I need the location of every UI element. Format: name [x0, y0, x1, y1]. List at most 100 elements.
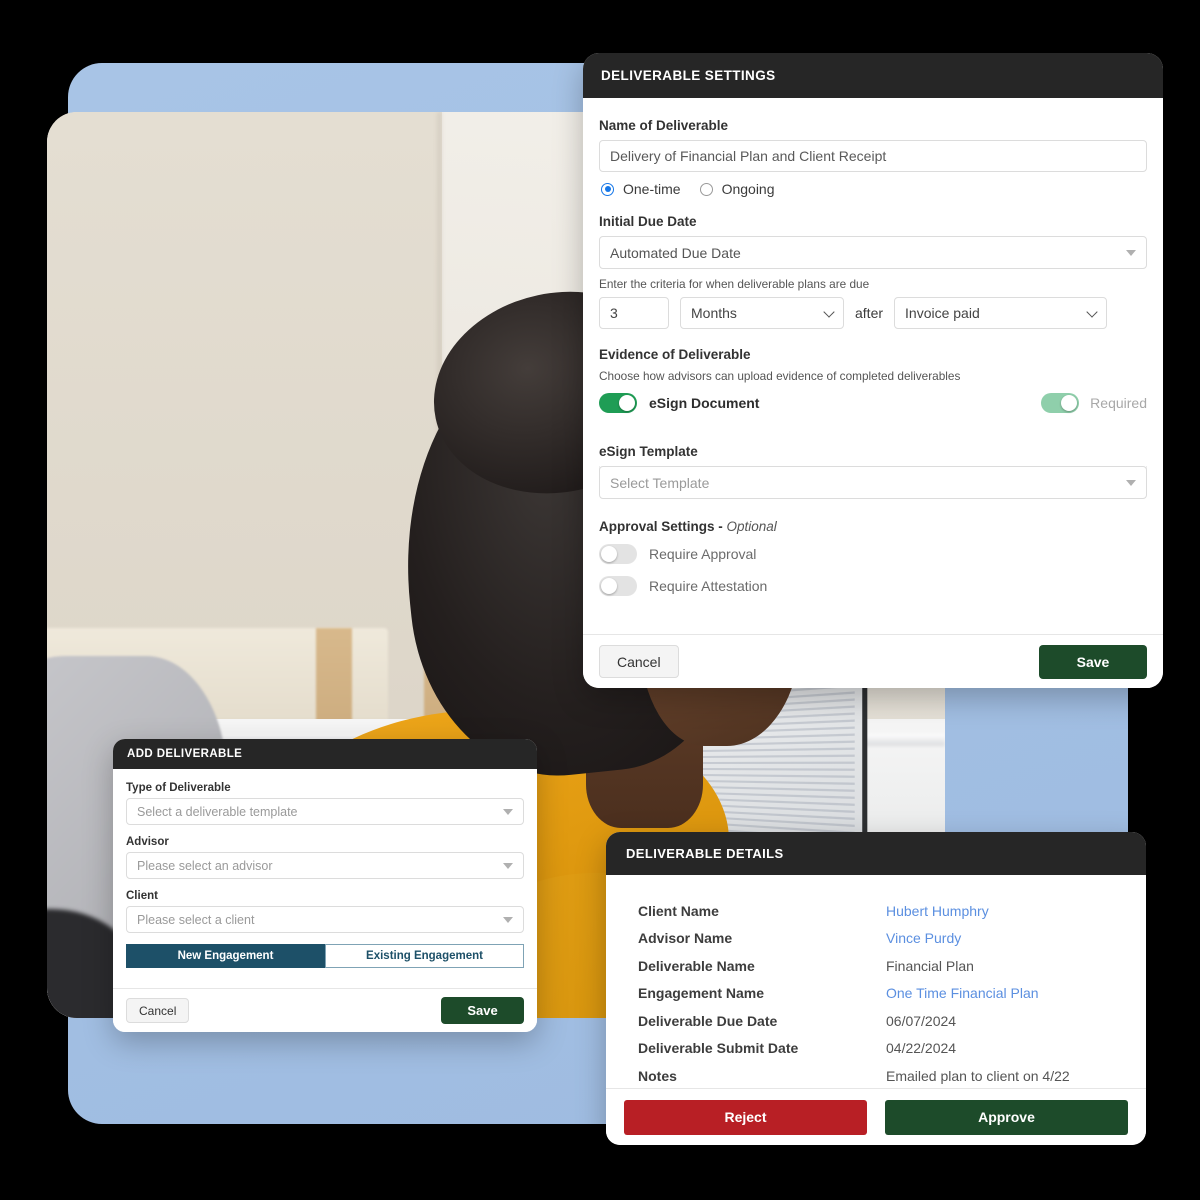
required-toggle-label: Required	[1090, 395, 1147, 411]
evidence-of-deliverable-label: Evidence of Deliverable	[599, 347, 751, 362]
client-label: Client	[126, 890, 158, 902]
esign-template-label: eSign Template	[599, 444, 698, 459]
screenshot-root: DELIVERABLE SETTINGS Name of Deliverable…	[0, 0, 1200, 1200]
radio-ongoing-label: Ongoing	[721, 181, 775, 197]
detail-value-notes: Emailed plan to client on 4/22	[886, 1067, 1070, 1084]
detail-key: Client Name	[638, 902, 719, 919]
criteria-unit-value: Months	[691, 305, 737, 321]
add-deliverable-body: Type of Deliverable Select a deliverable…	[113, 769, 537, 988]
type-of-deliverable-group: Type of Deliverable Select a deliverable…	[126, 782, 524, 825]
details-title-bar: DELIVERABLE DETAILS	[606, 832, 1146, 875]
name-of-deliverable-label: Name of Deliverable	[599, 118, 729, 133]
details-body: Client Name Hubert Humphry Advisor Name …	[606, 875, 1146, 1088]
table-row: Deliverable Due Date 06/07/2024	[638, 1007, 1114, 1035]
require-approval-label: Require Approval	[649, 546, 757, 562]
advisor-group: Advisor Please select an advisor	[126, 836, 524, 879]
require-approval-row: Require Approval	[599, 544, 1147, 564]
type-of-deliverable-dropdown[interactable]: Select a deliverable template	[126, 798, 524, 825]
table-row: Engagement Name One Time Financial Plan	[638, 980, 1114, 1008]
detail-key: Notes	[638, 1067, 677, 1084]
criteria-note: Enter the criteria for when deliverable …	[599, 277, 870, 291]
approval-settings-label: Approval Settings	[599, 519, 715, 534]
deliverable-settings-panel: DELIVERABLE SETTINGS Name of Deliverable…	[583, 53, 1163, 688]
criteria-amount-value: 3	[610, 305, 618, 321]
type-of-deliverable-placeholder: Select a deliverable template	[137, 804, 298, 819]
chevron-down-icon	[503, 808, 513, 815]
engagement-segmented-control: New Engagement Existing Engagement	[126, 944, 524, 968]
detail-key: Deliverable Due Date	[638, 1012, 778, 1029]
detail-value-advisor-name[interactable]: Vince Purdy	[886, 930, 961, 946]
required-toggle-group: Required	[1041, 393, 1147, 413]
approve-button[interactable]: Approve	[885, 1099, 1128, 1135]
radio-one-time[interactable]	[601, 182, 614, 196]
detail-key: Engagement Name	[638, 985, 765, 1002]
chevron-down-icon	[1126, 249, 1136, 256]
criteria-conjunction: after	[855, 305, 884, 321]
add-deliverable-panel: ADD DELIVERABLE Type of Deliverable Sele…	[113, 739, 537, 1032]
segment-existing-engagement[interactable]: Existing Engagement	[325, 944, 524, 968]
chevron-down-icon	[503, 862, 513, 869]
settings-panel-body: Name of Deliverable Delivery of Financia…	[583, 98, 1163, 634]
settings-panel-title-bar: DELIVERABLE SETTINGS	[583, 53, 1163, 98]
criteria-row: 3 Months after Invoice paid	[599, 297, 1147, 329]
require-attestation-label: Require Attestation	[649, 578, 768, 594]
detail-value-client-name[interactable]: Hubert Humphry	[886, 903, 989, 919]
require-attestation-toggle[interactable]	[599, 576, 637, 596]
chevron-down-icon	[1086, 306, 1098, 318]
table-row: Deliverable Submit Date 04/22/2024	[638, 1035, 1114, 1063]
initial-due-date-label: Initial Due Date	[599, 214, 697, 229]
add-deliverable-cancel-button[interactable]: Cancel	[126, 998, 190, 1023]
settings-save-button[interactable]: Save	[1039, 644, 1147, 679]
table-row: Client Name Hubert Humphry	[638, 897, 1114, 925]
segment-new-engagement[interactable]: New Engagement	[126, 944, 325, 968]
criteria-amount-input[interactable]: 3	[599, 297, 669, 329]
chevron-down-icon	[503, 916, 513, 923]
evidence-note: Choose how advisors can upload evidence …	[599, 369, 961, 383]
detail-value-engagement-name[interactable]: One Time Financial Plan	[886, 985, 1039, 1001]
detail-value-due-date: 06/07/2024	[886, 1012, 957, 1029]
frequency-radio-group: One-time Ongoing	[601, 181, 1147, 197]
esign-document-toggle[interactable]	[599, 393, 637, 413]
require-attestation-row: Require Attestation	[599, 576, 1147, 596]
details-panel-title: DELIVERABLE DETAILS	[626, 846, 784, 861]
chevron-down-icon	[1126, 479, 1136, 486]
settings-panel-title: DELIVERABLE SETTINGS	[601, 68, 776, 83]
detail-key: Deliverable Name	[638, 957, 755, 974]
detail-key: Advisor Name	[638, 930, 733, 947]
name-of-deliverable-input[interactable]: Delivery of Financial Plan and Client Re…	[599, 140, 1147, 172]
radio-ongoing[interactable]	[699, 182, 713, 196]
esign-document-label: eSign Document	[649, 395, 760, 411]
initial-due-date-value: Automated Due Date	[610, 244, 741, 261]
add-deliverable-save-button[interactable]: Save	[441, 997, 524, 1024]
deliverable-details-panel: DELIVERABLE DETAILS Client Name Hubert H…	[606, 832, 1146, 1145]
esign-template-dropdown[interactable]: Select Template	[599, 466, 1147, 499]
client-dropdown[interactable]: Please select a client	[126, 906, 524, 933]
settings-cancel-button[interactable]: Cancel	[599, 645, 679, 678]
criteria-unit-select[interactable]: Months	[680, 297, 844, 329]
reject-button[interactable]: Reject	[624, 1099, 867, 1135]
add-deliverable-footer: Cancel Save	[113, 988, 537, 1032]
advisor-dropdown[interactable]: Please select an advisor	[126, 852, 524, 879]
approval-settings-optional: Optional	[726, 519, 777, 534]
client-placeholder: Please select a client	[137, 912, 255, 927]
criteria-event-value: Invoice paid	[905, 305, 980, 321]
client-group: Client Please select a client	[126, 890, 524, 933]
add-deliverable-title: ADD DELIVERABLE	[127, 748, 243, 760]
esign-template-placeholder: Select Template	[610, 474, 710, 491]
details-footer: Reject Approve	[606, 1088, 1146, 1145]
radio-one-time-label: One-time	[623, 181, 681, 197]
settings-panel-footer: Cancel Save	[583, 634, 1163, 688]
detail-value-deliverable-name: Financial Plan	[886, 957, 974, 974]
initial-due-date-dropdown[interactable]: Automated Due Date	[599, 236, 1147, 269]
approval-settings-title: Approval Settings - Optional	[599, 519, 777, 534]
require-approval-toggle[interactable]	[599, 544, 637, 564]
detail-value-submit-date: 04/22/2024	[886, 1040, 957, 1057]
table-row: Deliverable Name Financial Plan	[638, 952, 1114, 980]
detail-key: Deliverable Submit Date	[638, 1040, 799, 1057]
type-of-deliverable-label: Type of Deliverable	[126, 782, 231, 794]
table-row: Notes Emailed plan to client on 4/22	[638, 1062, 1114, 1090]
required-toggle[interactable]	[1041, 393, 1080, 413]
criteria-event-select[interactable]: Invoice paid	[894, 297, 1108, 329]
table-row: Advisor Name Vince Purdy	[638, 925, 1114, 953]
add-deliverable-title-bar: ADD DELIVERABLE	[113, 739, 537, 769]
